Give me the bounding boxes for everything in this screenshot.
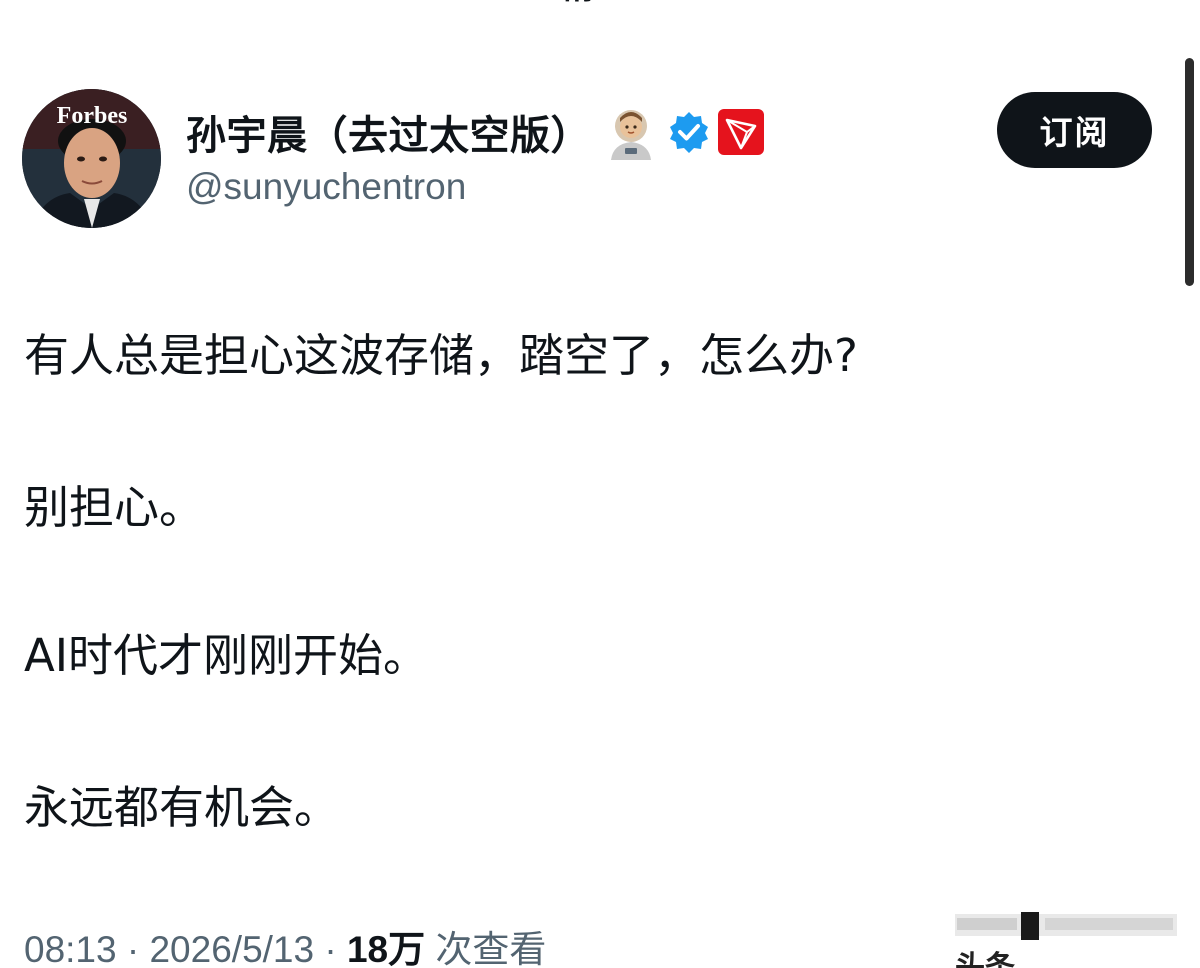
avatar[interactable]: Forbes xyxy=(22,89,161,228)
tweet-text-line: 永远都有机会。 xyxy=(24,781,340,834)
watermark-text: 头条 xyxy=(955,950,1015,968)
tweet-date[interactable]: 2026/5/13 xyxy=(149,929,314,968)
avatar-image: Forbes xyxy=(22,89,161,228)
meta-separator: · xyxy=(116,929,150,968)
tweet-page: 精 Forbes 孙宇晨（去过太空版） xyxy=(0,0,1200,968)
display-name[interactable]: 孙宇晨（去过太空版） xyxy=(186,103,591,161)
avatar-magazine-text: Forbes xyxy=(57,103,128,129)
watermark-blur-graphic xyxy=(955,912,1177,940)
tweet-text-line: AI时代才刚刚开始。 xyxy=(24,629,429,682)
display-name-row: 孙宇晨（去过太空版） xyxy=(186,100,765,164)
tweet-time[interactable]: 08:13 xyxy=(24,929,117,968)
tweet-text-line: 别担心。 xyxy=(24,481,205,534)
views-count: 18万 xyxy=(346,929,426,968)
user-handle[interactable]: @sunyuchentron xyxy=(186,166,466,208)
meta-separator: · xyxy=(314,929,347,968)
tweet-text-line: 有人总是担心这波存储，踏空了，怎么办? xyxy=(24,329,858,382)
top-cut-off-text: 精 xyxy=(560,0,640,4)
top-fragment-text: 精 xyxy=(560,0,640,4)
watermark: 头条 xyxy=(955,908,1177,968)
scrollbar[interactable] xyxy=(1185,58,1194,286)
tron-logo-icon xyxy=(717,108,765,156)
views-label: 次查看 xyxy=(425,929,547,968)
subscribe-button[interactable]: 订阅 xyxy=(997,92,1152,168)
astronaut-emoji-icon xyxy=(603,104,659,160)
verified-badge-icon xyxy=(667,110,711,154)
tweet-meta: 08:13 · 2026/5/13 · 18万 次查看 xyxy=(24,928,546,968)
